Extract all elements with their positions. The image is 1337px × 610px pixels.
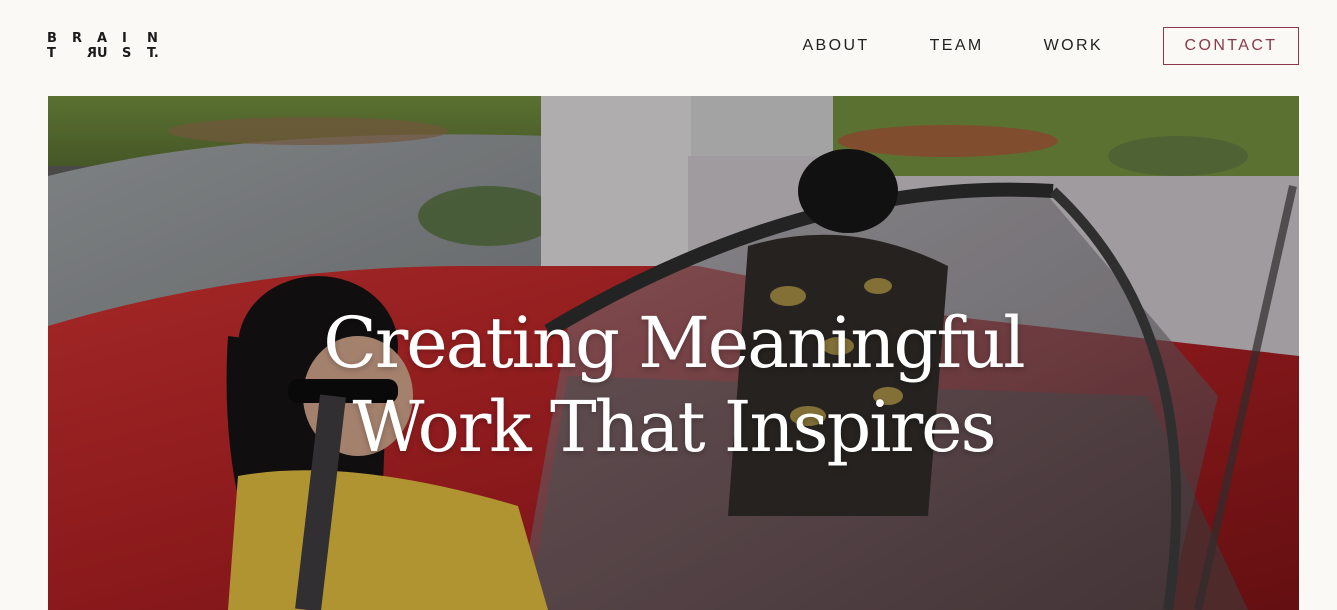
- logo-letter: U: [97, 46, 108, 61]
- headline-line-2: Work That Inspires: [352, 386, 996, 468]
- contact-button[interactable]: CONTACT: [1163, 27, 1299, 65]
- nav-item-work[interactable]: WORK: [1044, 37, 1103, 55]
- logo-letter: A: [97, 31, 108, 46]
- logo-letter: T: [47, 46, 56, 61]
- main-nav: ABOUT TEAM WORK CONTACT: [802, 26, 1299, 66]
- logo-row-1: B R A I N: [47, 31, 172, 46]
- logo-letter: N: [147, 31, 158, 46]
- logo-row-2: T R U S T.: [47, 46, 172, 61]
- hero-headline: Creating Meaningful Work That Inspires: [48, 301, 1299, 469]
- logo-letter: T.: [147, 46, 159, 61]
- headline-line-1: Creating Meaningful: [323, 302, 1025, 384]
- logo-letter: R: [72, 31, 83, 46]
- nav-item-team[interactable]: TEAM: [930, 37, 984, 55]
- site-header: B R A I N T R U S T. ABOUT TEAM WORK CON…: [0, 0, 1337, 96]
- logo-letter: B: [47, 31, 57, 46]
- logo-letter: I: [122, 31, 127, 46]
- braintrust-logo[interactable]: B R A I N T R U S T.: [47, 31, 172, 61]
- logo-letter: S: [122, 46, 132, 61]
- hero-video: Creating Meaningful Work That Inspires: [48, 96, 1299, 610]
- logo-letter: R: [86, 46, 97, 61]
- nav-item-about[interactable]: ABOUT: [802, 37, 869, 55]
